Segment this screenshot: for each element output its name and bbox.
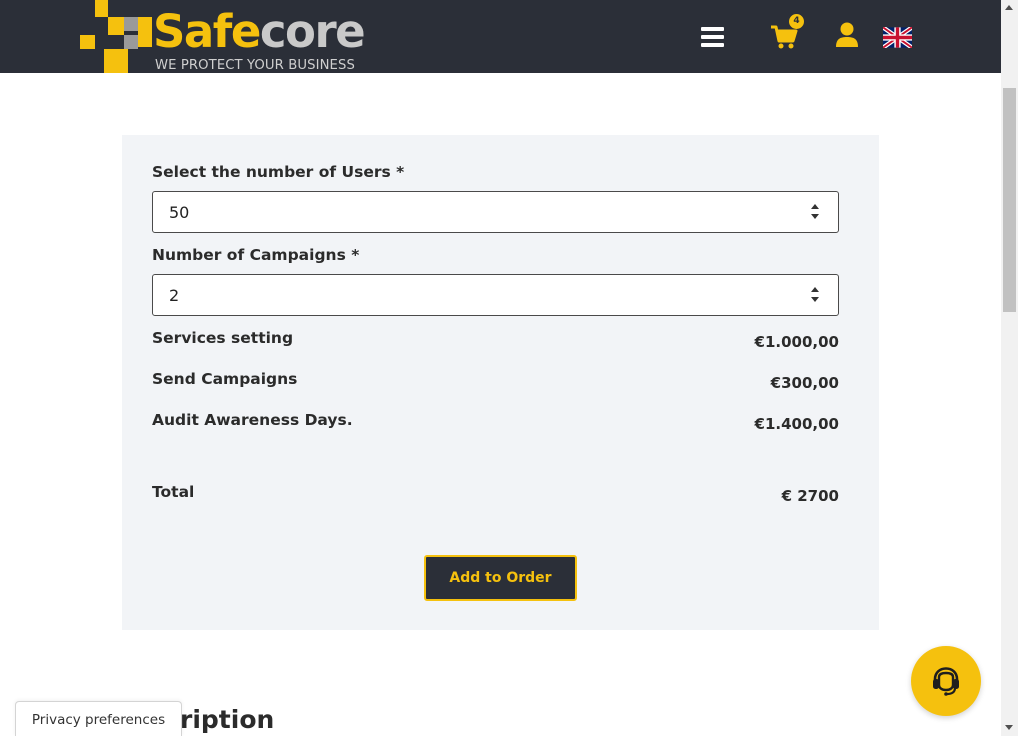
line-label-audit-awareness: Audit Awareness Days. (152, 411, 353, 429)
logo-square (95, 0, 108, 17)
line-label-services-setting: Services setting (152, 329, 294, 347)
users-stepper-icon[interactable] (808, 201, 822, 223)
logo-square (138, 17, 152, 47)
logo-square (104, 49, 128, 73)
users-number-input[interactable]: 50 (152, 191, 839, 233)
safecore-logo[interactable]: Safecore WE PROTECT YOUR BUSINESS (80, 0, 380, 73)
logo-square (124, 35, 138, 49)
scroll-up-arrow-icon[interactable] (1005, 5, 1013, 10)
line-value-services-setting: €1.000,00 (754, 333, 839, 351)
total-label: Total (152, 483, 195, 501)
logo-square (124, 17, 138, 31)
hamburger-menu-icon[interactable] (701, 27, 724, 47)
users-input-value: 50 (169, 203, 190, 222)
campaigns-input-value: 2 (169, 286, 180, 305)
add-to-order-button[interactable]: Add to Order (424, 555, 577, 601)
cart-count-badge: 4 (789, 14, 804, 29)
campaigns-field-label: Number of Campaigns * (152, 246, 360, 264)
support-chat-button[interactable] (911, 646, 981, 716)
scrollbar-thumb[interactable] (1003, 88, 1016, 312)
logo-square (80, 35, 95, 49)
brand-name: Safecore (153, 5, 366, 58)
user-icon[interactable] (835, 22, 859, 48)
description-heading: ription (180, 705, 275, 734)
line-value-audit-awareness: €1.400,00 (754, 415, 839, 433)
site-header: Safecore WE PROTECT YOUR BUSINESS 4 (0, 0, 1001, 73)
line-value-send-campaigns: €300,00 (770, 374, 839, 392)
privacy-preferences-button[interactable]: Privacy preferences (15, 701, 182, 736)
brand-tagline: WE PROTECT YOUR BUSINESS (155, 58, 355, 73)
logo-square (108, 17, 124, 35)
line-label-send-campaigns: Send Campaigns (152, 370, 298, 388)
total-value: € 2700 (781, 487, 839, 505)
campaigns-number-input[interactable]: 2 (152, 274, 839, 316)
campaigns-stepper-icon[interactable] (808, 284, 822, 306)
scroll-down-arrow-icon[interactable] (1005, 725, 1013, 730)
uk-flag-icon[interactable] (881, 25, 914, 50)
users-field-label: Select the number of Users * (152, 163, 405, 181)
